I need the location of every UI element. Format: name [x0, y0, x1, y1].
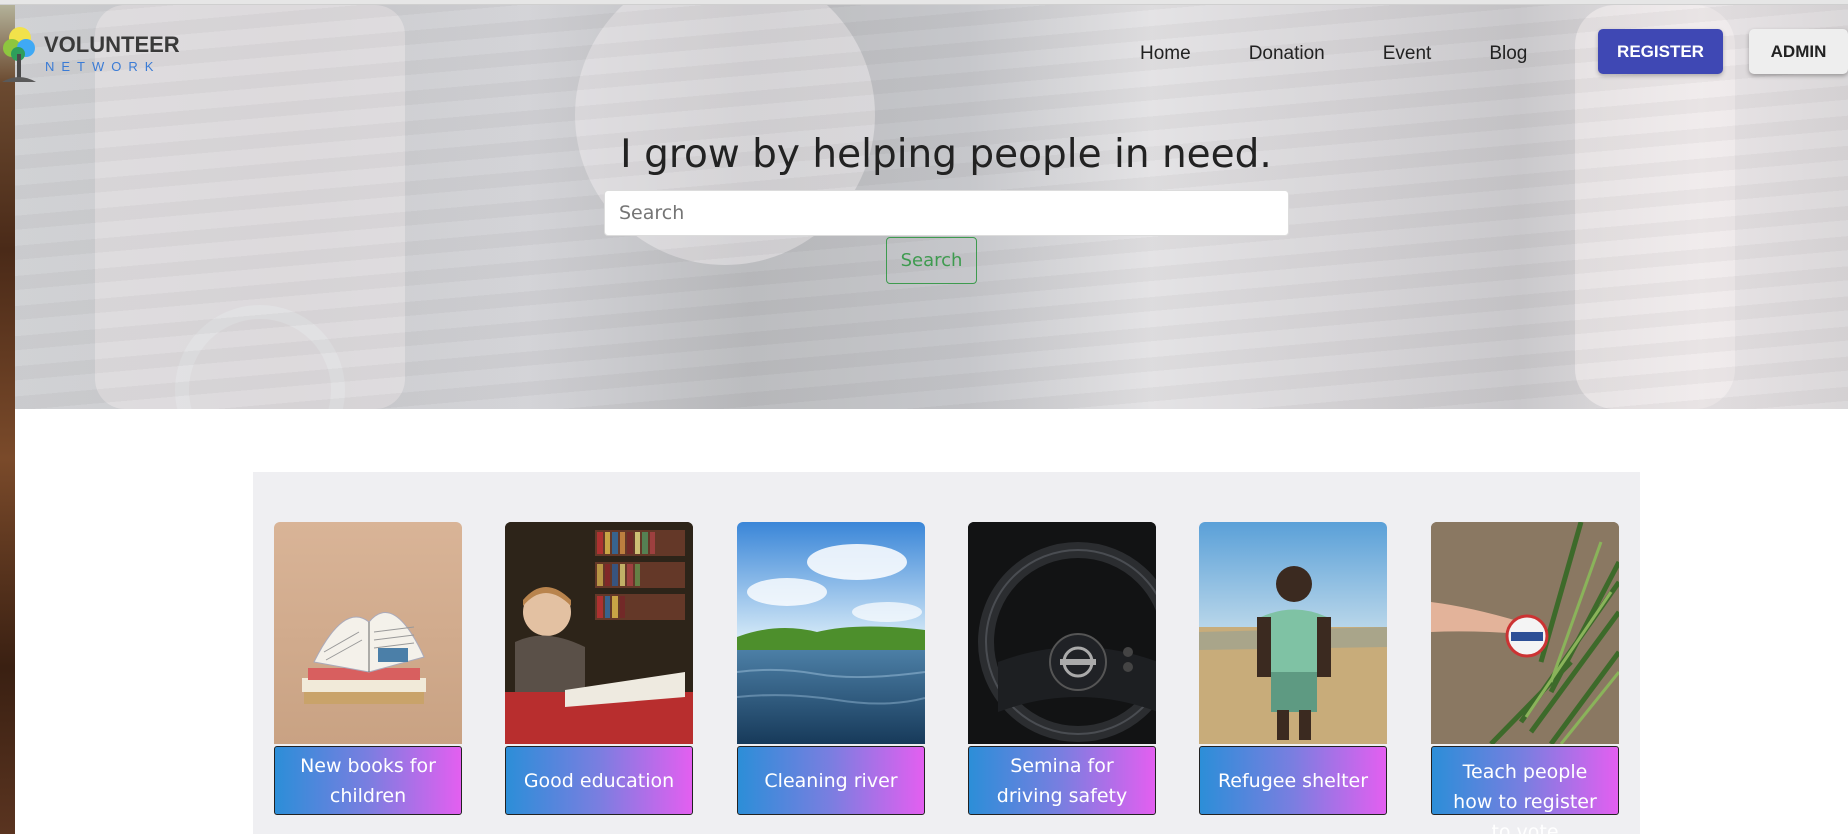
left-edge-strip	[0, 0, 15, 834]
nav-home[interactable]: Home	[1140, 43, 1191, 65]
event-title: New books for children	[274, 746, 462, 815]
nav-event[interactable]: Event	[1383, 43, 1432, 65]
tree-icon	[2, 27, 36, 82]
event-title: Semina for driving safety	[968, 746, 1156, 815]
boy-reading-photo	[505, 522, 693, 744]
event-card[interactable]: Cleaning river	[737, 522, 925, 815]
nav-donation[interactable]: Donation	[1249, 43, 1325, 65]
event-title: Good education	[505, 746, 693, 815]
event-card[interactable]: Teach people how to register to vote	[1431, 522, 1619, 834]
search-button[interactable]: Search	[886, 237, 977, 284]
books-photo	[274, 522, 462, 744]
event-card[interactable]: Semina for driving safety	[968, 522, 1156, 815]
search-input[interactable]	[604, 190, 1289, 236]
register-button[interactable]: REGISTER	[1598, 29, 1723, 74]
main-nav: Home Donation Event Blog	[1140, 30, 1585, 78]
i-voted-sticker-photo	[1431, 522, 1619, 744]
nav-blog[interactable]: Blog	[1489, 43, 1527, 65]
steering-wheel-photo	[968, 522, 1156, 744]
event-title: Cleaning river	[737, 746, 925, 815]
admin-button[interactable]: ADMIN	[1749, 29, 1848, 74]
child-field-photo	[1199, 522, 1387, 744]
logo-subtitle: NETWORK	[45, 59, 161, 74]
event-card[interactable]: New books for children	[274, 522, 462, 815]
logo-title: VOLUNTEER	[44, 32, 180, 57]
event-title: Refugee shelter	[1199, 746, 1387, 815]
hero-headline: I grow by helping people in need.	[620, 132, 1272, 177]
site-logo[interactable]: VOLUNTEER NETWORK	[0, 26, 180, 86]
event-title: Teach people how to register to vote	[1431, 746, 1619, 834]
event-card[interactable]: Good education	[505, 522, 693, 815]
river-photo	[737, 522, 925, 744]
event-card[interactable]: Refugee shelter	[1199, 522, 1387, 815]
